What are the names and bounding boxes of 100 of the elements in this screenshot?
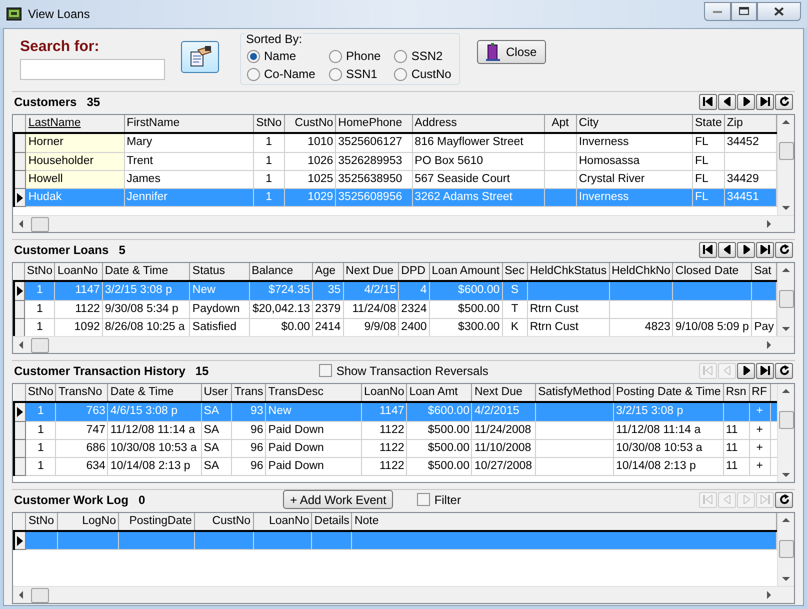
column-header[interactable]: Address (412, 115, 544, 134)
navigator-button[interactable] (699, 94, 717, 110)
horizontal-scrollbar[interactable] (13, 336, 794, 353)
table-cell: T (502, 300, 528, 318)
navigator-button[interactable] (756, 362, 774, 378)
table-cell: 10/14/08 2:13 p (613, 458, 724, 476)
checkbox[interactable]: Filter (417, 490, 461, 508)
row-indicator (14, 170, 26, 188)
last-record-icon (760, 495, 770, 504)
table-cell: 634 (56, 458, 108, 476)
grid-row[interactable]: 1 747 11/12/08 11:14 a SA 96 Paid Down 1122 $500.00 11/24/2008 11/12/08 11:14 a 11 + (14, 421, 777, 440)
sort-radio[interactable]: SSN2 (394, 48, 453, 64)
grid-row[interactable] (14, 531, 776, 550)
scroll-down-icon[interactable] (782, 327, 790, 331)
checkbox-box[interactable] (417, 493, 430, 506)
scroll-down-icon[interactable] (782, 473, 790, 477)
table-cell (723, 402, 750, 421)
table-cell: Trent (124, 152, 254, 170)
search-field[interactable] (20, 59, 165, 80)
scroll-thumb[interactable] (31, 588, 49, 602)
table-cell: FL (692, 152, 724, 170)
grid-row[interactable]: 1 686 10/30/08 10:53 a SA 96 Paid Down 1122 $500.00 11/10/2008 10/30/08 10:53 a 11 + (14, 439, 777, 458)
scroll-thumb[interactable] (778, 290, 794, 308)
scroll-up-icon[interactable] (782, 389, 790, 393)
scroll-left-icon[interactable] (19, 591, 23, 599)
search-label: Search for: (20, 38, 100, 56)
search-button[interactable] (181, 41, 219, 73)
checkbox-label: Show Transaction Reversals (336, 362, 488, 380)
vertical-scrollbar[interactable] (777, 263, 794, 336)
vertical-scrollbar[interactable] (777, 115, 794, 215)
record-count: 5 (118, 242, 126, 258)
scroll-thumb[interactable] (31, 338, 49, 352)
grid-row[interactable]: Horner Mary 1 1010 3525606127 816 Mayflower Street Inverness FL 34452 (14, 133, 776, 152)
horizontal-scrollbar[interactable] (13, 215, 794, 232)
add-event-button[interactable]: + Add Work Event (283, 490, 394, 509)
table-cell: $20,042.13 (249, 300, 313, 318)
table-cell: + (749, 458, 770, 476)
scroll-down-icon[interactable] (782, 577, 790, 581)
table-cell: 1026 (284, 152, 336, 170)
table-cell: SA (201, 439, 232, 458)
scroll-down-icon[interactable] (782, 206, 790, 210)
grid-row[interactable]: 1 1122 9/30/08 5:34 p Paydown $20,042.13 2379 11/24/08 2324 $500.00 T Rtrn Cust (14, 300, 776, 318)
first-record-icon (703, 245, 713, 254)
scroll-thumb[interactable] (778, 411, 794, 429)
section-title: Customer Work Log (14, 492, 128, 508)
horizontal-scrollbar[interactable] (13, 586, 794, 603)
scroll-up-icon[interactable] (782, 120, 790, 124)
scroll-right-icon[interactable] (767, 220, 771, 228)
radio-label: SSN2 (411, 48, 443, 64)
sort-radio[interactable]: SSN1 (329, 66, 382, 82)
navigator-button[interactable] (775, 362, 793, 378)
scroll-right-icon[interactable] (767, 341, 771, 349)
checkbox-box[interactable] (319, 364, 332, 377)
navigator-button[interactable] (718, 242, 736, 258)
scroll-left-icon[interactable] (19, 341, 23, 349)
sort-radio[interactable]: Phone (329, 48, 382, 64)
column-header[interactable]: FirstName (124, 115, 254, 134)
column-header[interactable]: State (692, 115, 724, 134)
scroll-up-icon[interactable] (782, 518, 790, 522)
scroll-thumb[interactable] (31, 216, 49, 232)
table-cell: 2324 (398, 300, 430, 318)
close-window-button[interactable] (757, 2, 801, 20)
checkbox[interactable]: Show Transaction Reversals (319, 362, 488, 380)
sort-radio[interactable]: CustNo (394, 66, 453, 82)
navigator-button[interactable] (699, 242, 717, 258)
scroll-thumb[interactable] (778, 540, 794, 558)
grid-row[interactable]: 1 634 10/14/08 2:13 p SA 96 Paid Down 1122 $500.00 10/27/2008 10/14/08 2:13 p 11 + (14, 458, 777, 476)
sort-radio[interactable]: Name (247, 48, 317, 64)
table-cell: 11/10/2008 (472, 439, 536, 458)
vertical-scrollbar[interactable] (777, 384, 794, 482)
scroll-thumb[interactable] (778, 142, 794, 160)
column-header[interactable]: HomePhone (336, 115, 412, 134)
close-button[interactable]: Close (477, 40, 546, 64)
column-header[interactable]: StNo (254, 115, 284, 134)
scroll-up-icon[interactable] (782, 268, 790, 272)
scroll-right-icon[interactable] (767, 591, 771, 599)
column-header[interactable]: City (576, 115, 693, 134)
table-cell: Howell (26, 170, 124, 188)
radio-label: Name (264, 48, 296, 64)
checkbox-label: Filter (434, 492, 461, 508)
vertical-scrollbar[interactable] (777, 513, 794, 586)
column-header[interactable]: CustNo (284, 115, 336, 134)
scroll-left-icon[interactable] (19, 220, 23, 228)
navigator-button[interactable] (737, 242, 755, 258)
navigator-button[interactable] (737, 362, 755, 378)
column-header[interactable]: Apt (544, 115, 576, 134)
navigator-button[interactable] (737, 94, 755, 110)
navigator-button[interactable] (756, 94, 774, 110)
navigator-button[interactable] (756, 242, 774, 258)
table-cell: 686 (56, 439, 108, 458)
table-cell: New (190, 281, 250, 300)
table-cell: New (266, 402, 362, 421)
maximize-button[interactable] (731, 2, 757, 20)
sort-radio[interactable]: Co-Name (247, 66, 317, 82)
navigator-button[interactable] (718, 94, 736, 110)
navigator-button[interactable] (775, 492, 793, 508)
door-icon (486, 43, 500, 61)
navigator-button[interactable] (775, 94, 793, 110)
grid-row[interactable]: Householder Trent 1 1026 3526289953 PO Box 5610 Homosassa FL (14, 152, 776, 170)
navigator-button[interactable] (775, 242, 793, 258)
